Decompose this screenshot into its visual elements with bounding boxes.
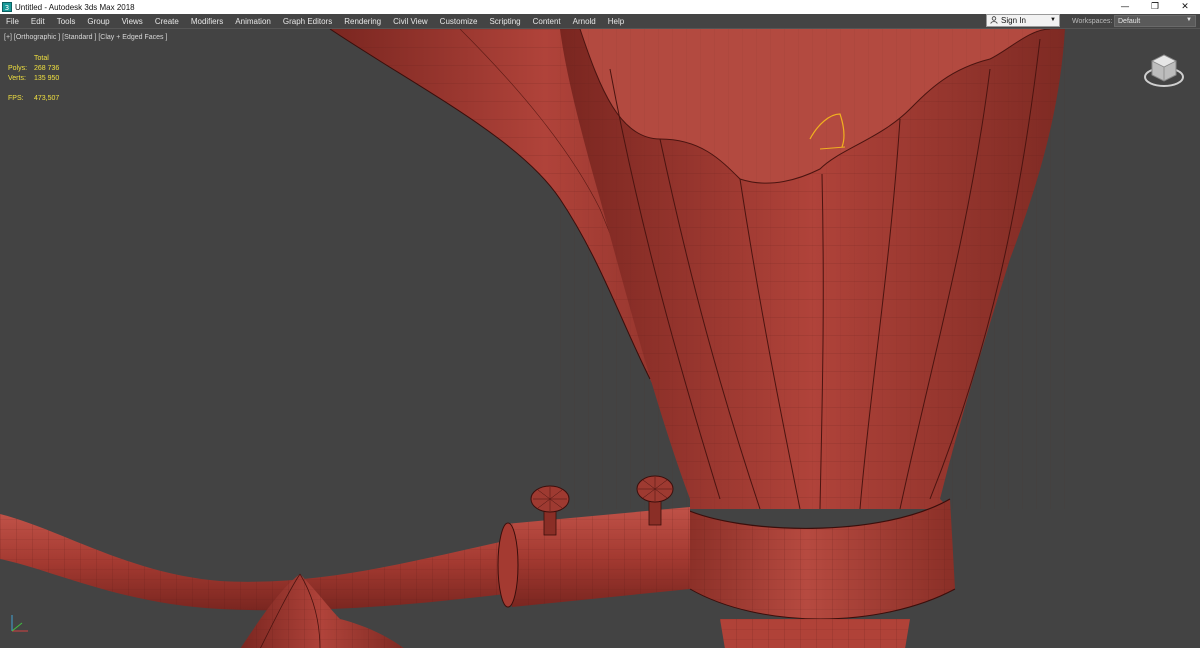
viewport-label[interactable]: [+] [Orthographic ] [Standard ] [Clay + … [4,34,167,41]
menu-customize[interactable]: Customize [434,14,484,28]
restore-button[interactable]: ❐ [1140,0,1170,14]
lamp-shade-mesh[interactable] [560,29,1065,510]
menu-content[interactable]: Content [527,14,567,28]
app-logo-icon: 3 [2,2,12,12]
fps-value: 473,507 [34,95,60,102]
menu-help[interactable]: Help [602,14,630,28]
close-button[interactable]: ✕ [1170,0,1200,14]
fps-label: FPS: [8,95,24,102]
menu-scripting[interactable]: Scripting [483,14,526,28]
lamp-collar-mesh[interactable] [684,498,956,648]
viewport-scene [0,29,1065,648]
menu-views[interactable]: Views [116,14,149,28]
menu-tools[interactable]: Tools [51,14,82,28]
menu-edit[interactable]: Edit [25,14,51,28]
menu-file[interactable]: File [0,14,25,28]
window-controls: — ❐ ✕ [1110,0,1200,14]
user-icon [990,15,998,26]
svg-text:3: 3 [5,4,9,12]
perspective-viewport[interactable]: [+] [Orthographic ] [Standard ] [Clay + … [0,28,1200,648]
axis-tripod-icon [8,611,32,640]
workspaces-value: Default [1118,17,1141,25]
menu-group[interactable]: Group [81,14,115,28]
verts-label: Verts: [8,75,26,82]
menu-rendering[interactable]: Rendering [338,14,387,28]
lower-arm-tube-mesh[interactable] [0,507,690,611]
minimize-button[interactable]: — [1110,0,1140,14]
window-title: Untitled - Autodesk 3ds Max 2018 [15,2,135,12]
chevron-down-icon: ▼ [1050,17,1056,23]
chevron-down-icon: ▼ [1186,17,1192,23]
menu-arnold[interactable]: Arnold [567,14,602,28]
stats-header: Total [34,55,49,62]
menu-animation[interactable]: Animation [229,14,277,28]
title-bar: 3 Untitled - Autodesk 3ds Max 2018 — ❐ ✕ [0,0,1200,14]
verts-value: 135 950 [34,75,60,82]
menu-graph-editors[interactable]: Graph Editors [277,14,338,28]
workspaces-select[interactable]: Default ▼ [1114,15,1196,27]
viewcube-navigator[interactable] [1142,49,1186,98]
polys-value: 268 736 [34,65,60,72]
statistics-overlay: Total Polys: 268 736 Verts: 135 950 FPS: 47… [8,54,59,104]
menu-modifiers[interactable]: Modifiers [185,14,229,28]
menu-civil-view[interactable]: Civil View [387,14,434,28]
polys-label: Polys: [8,65,28,72]
sign-in-label: Sign In [1001,16,1026,25]
menu-create[interactable]: Create [149,14,185,28]
sign-in-dropdown[interactable]: Sign In ▼ [986,14,1060,27]
workspaces-label: Workspaces: [1072,17,1113,25]
